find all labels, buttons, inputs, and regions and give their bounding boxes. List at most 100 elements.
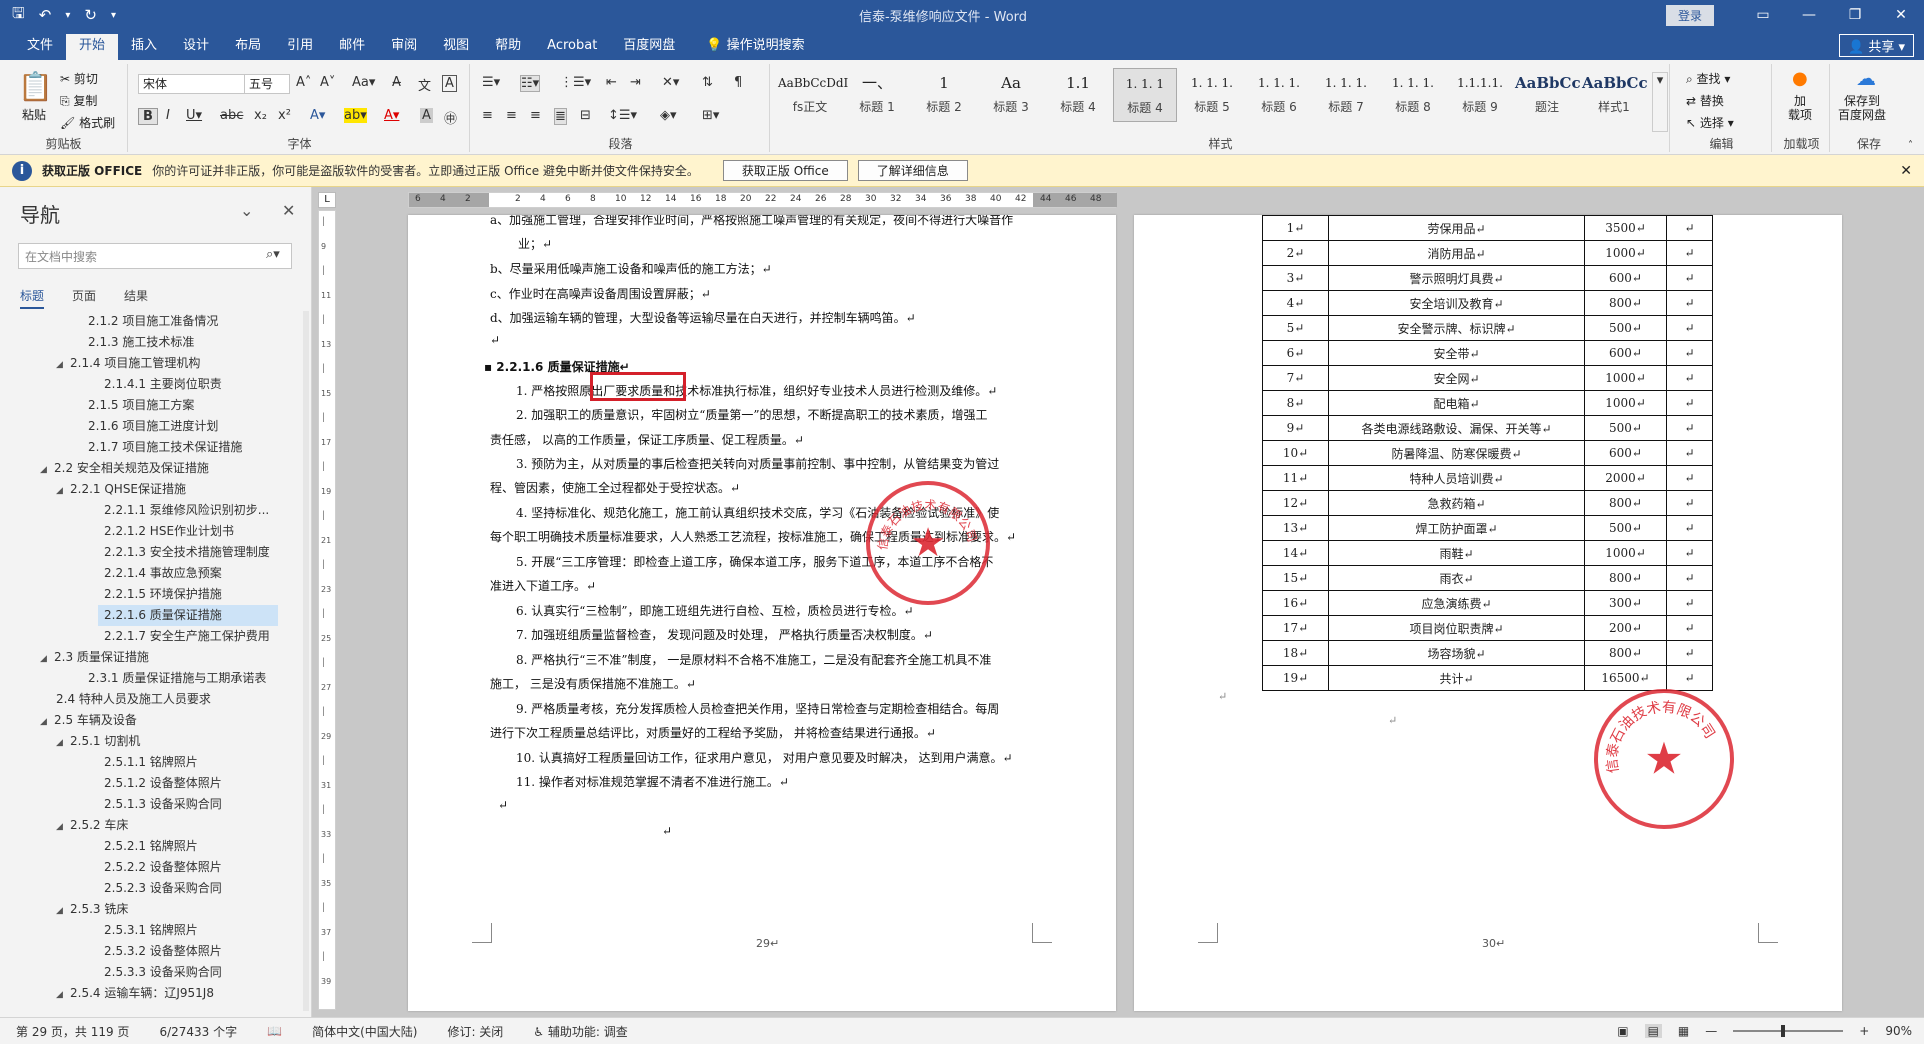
clear-format-icon[interactable]: A̶ (392, 75, 401, 90)
nav-heading-item[interactable]: ◢ 2.3 质量保证措施 (0, 647, 304, 668)
style-item[interactable]: 1. 1. 1. 标题 6 (1247, 68, 1311, 122)
style-item[interactable]: 1. 1. 1. 标题 5 (1180, 68, 1244, 122)
nav-heading-item[interactable]: 2.1.6 项目施工进度计划 (0, 416, 304, 437)
char-shading-icon[interactable]: A (420, 108, 433, 123)
ribbon-display-icon[interactable]: ▭ (1740, 7, 1786, 23)
style-item[interactable]: AaBbCc 样式1 (1582, 68, 1648, 122)
nav-heading-item[interactable]: 2.5.2.3 设备采购合同 (0, 878, 304, 899)
nav-heading-item[interactable]: 2.2.1.6 质量保证措施 (98, 605, 278, 626)
borders-icon[interactable]: ⊞▾ (702, 108, 719, 123)
collapse-ribbon-icon[interactable]: ˄ (1908, 140, 1913, 151)
chinese-layout-icon[interactable]: ✕▾ (662, 75, 679, 90)
format-painter-button[interactable]: 🖌 格式刷 (60, 114, 115, 131)
page-count[interactable]: 第 29 页，共 119 页 (16, 1023, 129, 1040)
font-name-combo[interactable]: 宋体 (138, 74, 248, 94)
save-baidu-button[interactable]: 保存到 百度网盘 (1838, 94, 1886, 122)
chevron-down-icon[interactable]: ▾ (65, 10, 70, 21)
nav-heading-item[interactable]: ◢ 2.5 车辆及设备 (0, 710, 304, 731)
styles-more-icon[interactable]: ▾ (1652, 72, 1668, 132)
multilevel-list-icon[interactable]: ⋮☰▾ (560, 75, 591, 90)
undo-icon[interactable]: ↶ (39, 6, 52, 24)
style-item[interactable]: 1. 1. 1. 标题 8 (1381, 68, 1445, 122)
maximize-icon[interactable]: ❐ (1832, 7, 1878, 23)
read-mode-icon[interactable]: ▣ (1617, 1024, 1628, 1038)
style-item[interactable]: 1.1 标题 4 (1046, 68, 1110, 122)
nav-options-icon[interactable]: ⌄ (240, 201, 253, 220)
tab-help[interactable]: 帮助 (482, 34, 534, 60)
increase-indent-icon[interactable]: ⇥ (630, 75, 641, 90)
strikethrough-icon[interactable]: abc (220, 108, 243, 123)
sort-icon[interactable]: ⇅ (702, 75, 713, 90)
justify-icon[interactable]: ≣ (554, 108, 567, 125)
language[interactable]: 简体中文(中国大陆) (312, 1023, 417, 1040)
nav-heading-item[interactable]: 2.1.5 项目施工方案 (0, 395, 304, 416)
bullets-icon[interactable]: ☰▾ (482, 75, 500, 90)
nav-heading-item[interactable]: ◢ 2.2.1 QHSE保证措施 (0, 479, 304, 500)
char-border-icon[interactable]: A (442, 75, 457, 92)
superscript-icon[interactable]: x² (278, 108, 291, 123)
nav-heading-item[interactable]: ◢ 2.5.1 切割机 (0, 731, 304, 752)
nav-heading-item[interactable]: 2.5.1.3 设备采购合同 (0, 794, 304, 815)
style-item[interactable]: 1. 1. 1. 标题 7 (1314, 68, 1378, 122)
bold-icon[interactable]: B (138, 108, 158, 125)
tab-file[interactable]: 文件 (14, 34, 66, 60)
login-button[interactable]: 登录 (1665, 4, 1714, 26)
redo-icon[interactable]: ↻ (84, 6, 97, 24)
nav-tab-pages[interactable]: 页面 (72, 287, 96, 309)
tab-design[interactable]: 设计 (170, 34, 222, 60)
style-item[interactable]: 1.1.1.1. 标题 9 (1448, 68, 1512, 122)
italic-icon[interactable]: I (166, 108, 170, 123)
zoom-level[interactable]: 90% (1885, 1024, 1912, 1038)
minimize-icon[interactable]: — (1786, 7, 1832, 23)
collapse-arrow-icon[interactable]: ◢ (56, 733, 70, 754)
nav-heading-item[interactable]: 2.5.2.1 铭牌照片 (0, 836, 304, 857)
nav-heading-item[interactable]: 2.1.7 项目施工技术保证措施 (0, 437, 304, 458)
accessibility[interactable]: ♿ 辅助功能: 调查 (533, 1023, 627, 1040)
decrease-indent-icon[interactable]: ⇤ (606, 75, 617, 90)
tab-acrobat[interactable]: Acrobat (534, 34, 610, 60)
tab-home[interactable]: 开始 (66, 34, 119, 60)
collapse-arrow-icon[interactable]: ◢ (40, 649, 54, 670)
search-icon[interactable]: ⌕▾ (266, 247, 303, 262)
style-item[interactable]: AaBbCcDdI fs正文 (778, 68, 848, 122)
subscript-icon[interactable]: x₂ (254, 108, 267, 123)
close-infobar-icon[interactable]: ✕ (1900, 163, 1912, 179)
select-button[interactable]: ↖ 选择 ▾ (1686, 114, 1734, 131)
proofing-icon[interactable]: 📖 (267, 1024, 282, 1038)
nav-heading-item[interactable]: 2.5.1.2 设备整体照片 (0, 773, 304, 794)
nav-heading-item[interactable]: 2.5.1.1 铭牌照片 (0, 752, 304, 773)
customize-icon[interactable]: ▾ (111, 10, 116, 21)
collapse-arrow-icon[interactable]: ◢ (56, 985, 70, 1006)
nav-heading-item[interactable]: ◢ 2.5.4 运输车辆：辽J951J8 (0, 983, 304, 1004)
collapse-arrow-icon[interactable]: ◢ (56, 481, 70, 502)
baidu-cloud-icon[interactable]: ☁ (1856, 66, 1876, 90)
nav-heading-item[interactable]: 2.5.3.2 设备整体照片 (0, 941, 304, 962)
replace-button[interactable]: ⇄ 替换 (1686, 92, 1724, 109)
nav-heading-item[interactable]: ◢ 2.5.2 车床 (0, 815, 304, 836)
tab-references[interactable]: 引用 (274, 34, 326, 60)
nav-heading-item[interactable]: 2.5.2.2 设备整体照片 (0, 857, 304, 878)
line-spacing-icon[interactable]: ↕☰▾ (608, 108, 637, 123)
zoom-slider[interactable] (1733, 1025, 1844, 1037)
shrink-font-icon[interactable]: A˅ (320, 75, 335, 90)
font-color-icon[interactable]: A▾ (384, 108, 399, 123)
zoom-slider-thumb[interactable] (1781, 1025, 1786, 1037)
copy-button[interactable]: ⎘ 复制 (60, 92, 97, 109)
change-case-icon[interactable]: Aa▾ (352, 75, 375, 90)
enclose-char-icon[interactable]: ㊥ (444, 108, 457, 127)
tell-me-search[interactable]: 💡 操作说明搜索 (688, 34, 804, 60)
nav-heading-item[interactable]: 2.2.1.4 事故应急预案 (0, 563, 304, 584)
page-30[interactable]: 1↵ 劳保用品↵ 3500↵ ↵ 2↵ 消防用品↵ 1000↵ ↵ 3↵ 警示照明灯具费↵ 600↵… (1134, 215, 1842, 1011)
collapse-arrow-icon[interactable]: ◢ (56, 817, 70, 838)
nav-heading-item[interactable]: 2.1.2 项目施工准备情况 (0, 311, 304, 332)
find-button[interactable]: ⌕ 查找 ▾ (1686, 70, 1730, 87)
nav-heading-item[interactable]: 2.1.4.1 主要岗位职责 (0, 374, 304, 395)
underline-icon[interactable]: U▾ (186, 108, 202, 123)
align-right-icon[interactable]: ≡ (530, 108, 541, 123)
load-addins-button[interactable]: 加 载项 (1788, 94, 1812, 122)
style-item[interactable]: 一、 标题 1 (845, 68, 909, 122)
style-item[interactable]: AaBbCc 题注 (1515, 68, 1581, 122)
nav-heading-item[interactable]: 2.2.1.2 HSE作业计划书 (0, 521, 304, 542)
nav-close-icon[interactable]: ✕ (282, 201, 295, 220)
tab-insert[interactable]: 插入 (118, 34, 170, 60)
